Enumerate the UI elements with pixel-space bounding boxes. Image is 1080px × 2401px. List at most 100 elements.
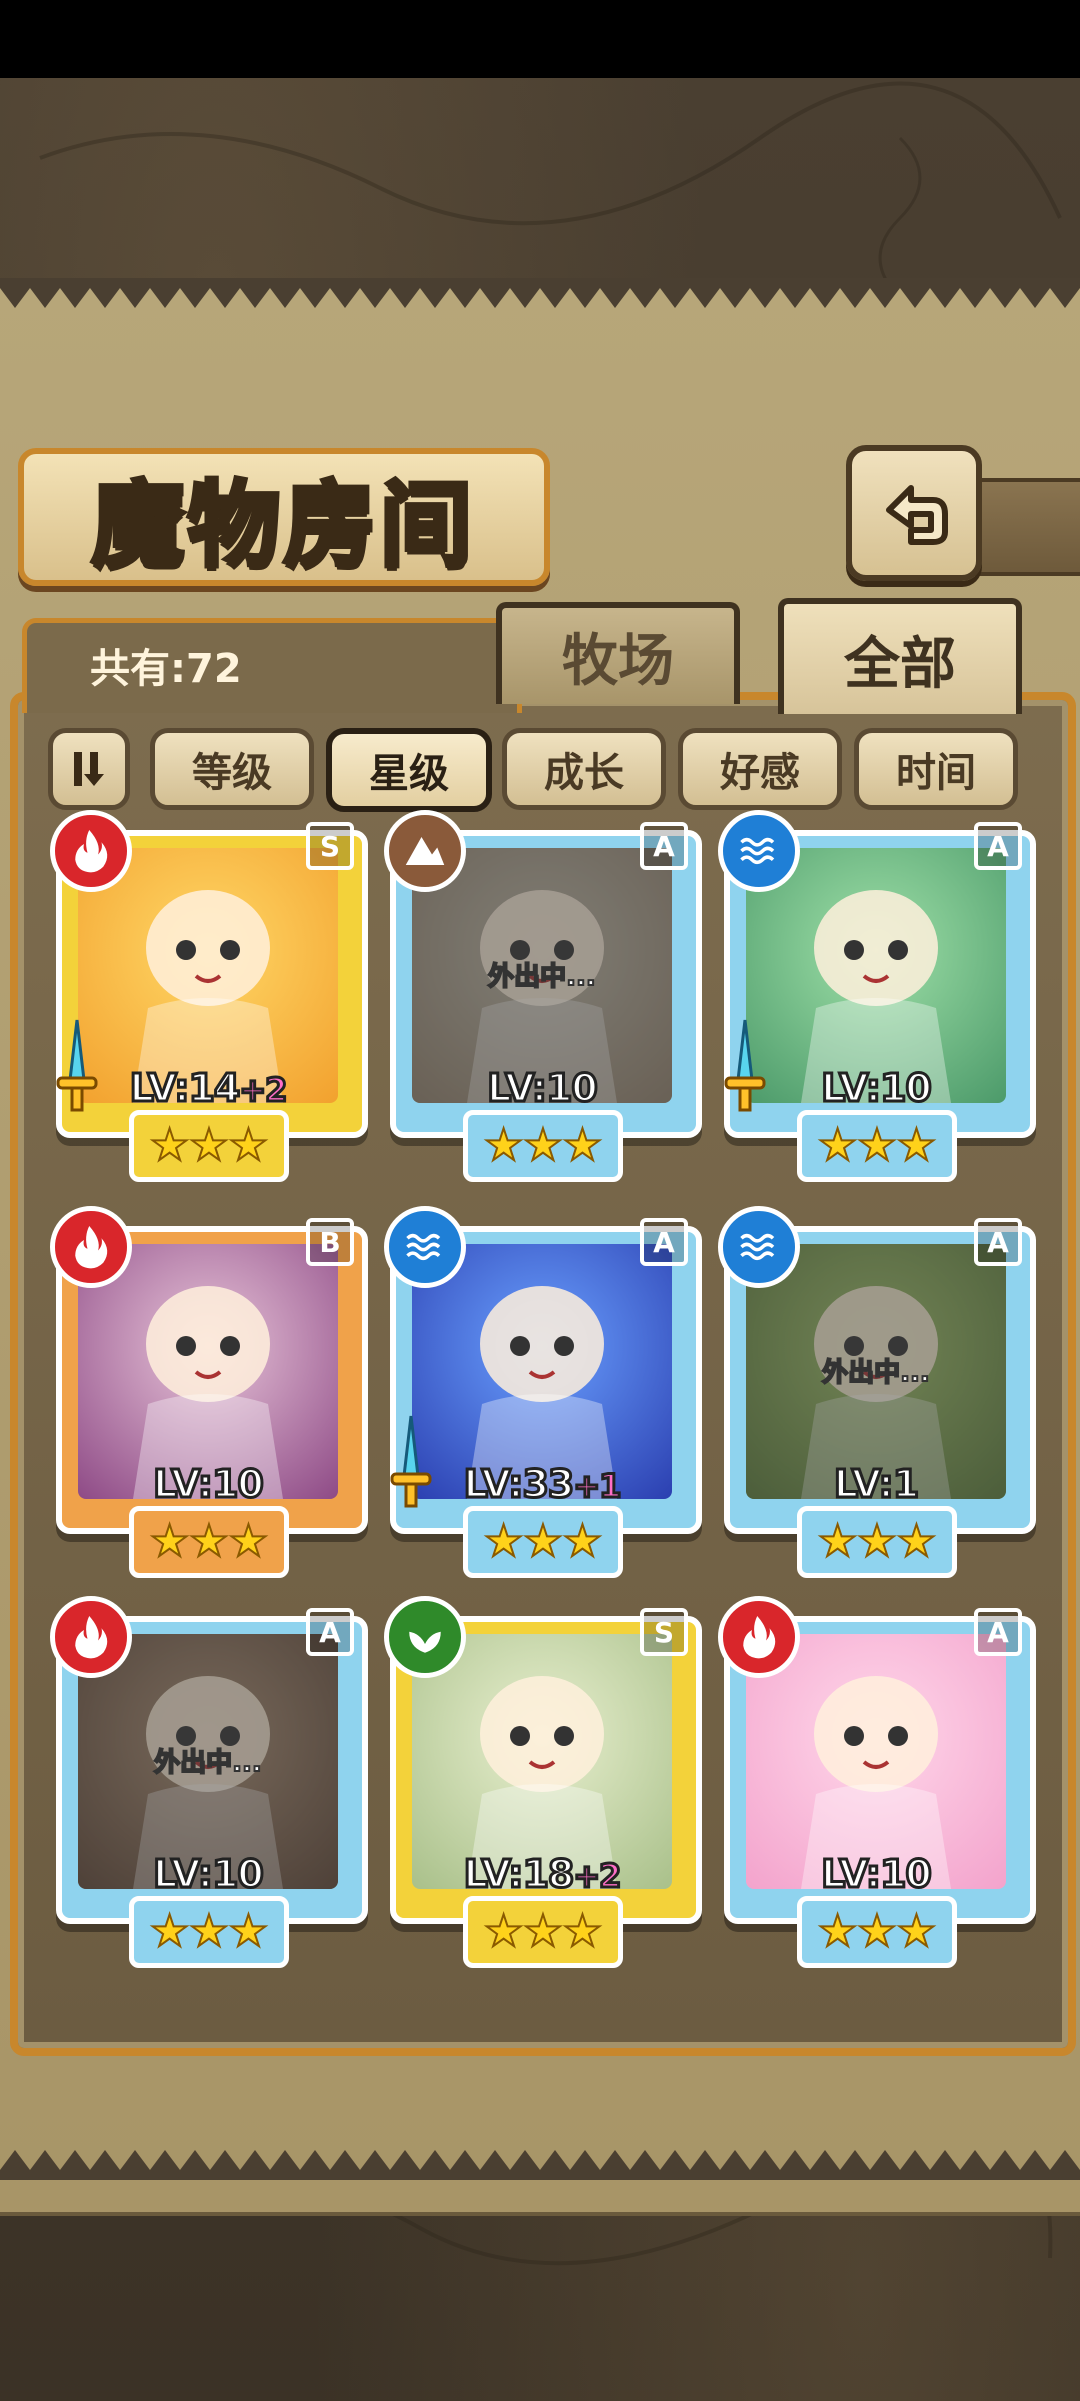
rank-badge: A xyxy=(640,822,688,870)
star-rating: ★★★ xyxy=(797,1110,957,1182)
monster-portrait: LV:33+1 xyxy=(412,1244,672,1499)
rank-badge: S xyxy=(640,1608,688,1656)
water-icon xyxy=(740,1233,775,1261)
level-text: LV:10 xyxy=(152,1851,266,1890)
element-badge xyxy=(50,1206,132,1288)
monster-portrait: 外出中... LV:10 xyxy=(412,848,672,1103)
star-rating: ★★★ xyxy=(797,1896,957,1968)
star-rating: ★★★ xyxy=(129,1110,289,1182)
panel-edge-bottom xyxy=(0,2150,1080,2180)
back-button[interactable] xyxy=(846,445,982,581)
stars-text: ★★★ xyxy=(149,1516,269,1567)
monster-card[interactable]: LV:10 B ★★★ xyxy=(50,1206,368,1578)
rank-badge: S xyxy=(306,822,354,870)
equipped-sword-icon xyxy=(56,1019,98,1112)
monster-portrait: LV:18+2 xyxy=(412,1634,672,1889)
monster-level: LV:1 xyxy=(746,1461,1006,1500)
monster-silhouette xyxy=(133,890,283,1103)
equipped-sword-icon xyxy=(390,1415,432,1508)
sort-level-button[interactable]: 等级 xyxy=(150,728,314,810)
monster-card[interactable]: LV:33+1 A ★★★ xyxy=(384,1206,702,1578)
sort-growth-button[interactable]: 成长 xyxy=(502,728,666,810)
sort-time-button[interactable]: 时间 xyxy=(854,728,1018,810)
level-text: LV:10 xyxy=(152,1461,266,1500)
earth-icon xyxy=(405,837,445,865)
level-bonus: +2 xyxy=(572,1856,623,1890)
back-button-strip xyxy=(968,478,1080,576)
stars-text: ★★★ xyxy=(149,1120,269,1171)
water-icon xyxy=(740,837,775,865)
stars-text: ★★★ xyxy=(817,1120,937,1171)
monster-card[interactable]: 外出中... LV:1 A ★★★ xyxy=(718,1206,1036,1578)
monster-portrait: LV:10 xyxy=(78,1244,338,1499)
tab-ranch[interactable]: 牧场 xyxy=(496,602,740,704)
monster-card[interactable]: LV:14+2 S ★★★ xyxy=(50,810,368,1182)
monster-card[interactable]: LV:10 A ★★★ xyxy=(718,1596,1036,1968)
rank-badge: A xyxy=(974,1608,1022,1656)
monster-level: LV:10 xyxy=(746,1851,1006,1890)
rank-badge: A xyxy=(974,822,1022,870)
leaf-icon xyxy=(409,1631,441,1653)
monster-card[interactable]: LV:10 A ★★★ xyxy=(718,810,1036,1182)
monster-portrait: LV:10 xyxy=(746,848,1006,1103)
monster-silhouette xyxy=(133,1286,283,1499)
monster-level: LV:10 xyxy=(78,1851,338,1890)
rank-badge: A xyxy=(974,1218,1022,1266)
monster-portrait: 外出中... LV:1 xyxy=(746,1244,1006,1499)
away-status: 外出中... xyxy=(487,961,597,993)
star-rating: ★★★ xyxy=(463,1896,623,1968)
element-badge xyxy=(384,1596,466,1678)
monster-level: LV:10 xyxy=(412,1065,672,1104)
element-badge xyxy=(50,1596,132,1678)
monster-count: 共有:72 xyxy=(90,646,242,692)
away-status: 外出中... xyxy=(153,1747,263,1779)
element-badge xyxy=(718,1206,800,1288)
fire-icon xyxy=(75,830,108,873)
element-badge xyxy=(384,810,466,892)
level-text: LV:18 xyxy=(462,1851,576,1890)
water-icon xyxy=(406,1233,441,1261)
rank-badge: A xyxy=(640,1218,688,1266)
monster-portrait: 外出中... LV:10 xyxy=(78,1634,338,1889)
star-rating: ★★★ xyxy=(129,1896,289,1968)
status-bar xyxy=(0,0,1080,78)
fire-icon xyxy=(75,1616,108,1659)
star-rating: ★★★ xyxy=(463,1506,623,1578)
star-rating: ★★★ xyxy=(463,1110,623,1182)
monster-card[interactable]: 外出中... LV:10 A ★★★ xyxy=(50,1596,368,1968)
fire-icon xyxy=(75,1226,108,1269)
rank-badge: A xyxy=(306,1608,354,1656)
fire-icon xyxy=(743,1616,776,1659)
title-plate: 魔物房间 xyxy=(18,448,550,586)
monster-silhouette xyxy=(467,1286,617,1499)
stars-text: ★★★ xyxy=(817,1516,937,1567)
monster-silhouette xyxy=(801,1676,951,1889)
stars-text: ★★★ xyxy=(483,1516,603,1567)
monster-portrait: LV:10 xyxy=(746,1634,1006,1889)
stars-text: ★★★ xyxy=(483,1120,603,1171)
star-rating: ★★★ xyxy=(129,1506,289,1578)
monster-silhouette xyxy=(801,890,951,1103)
element-badge xyxy=(718,810,800,892)
tab-all[interactable]: 全部 xyxy=(778,598,1022,714)
stars-text: ★★★ xyxy=(817,1906,937,1957)
monster-level: LV:10 xyxy=(78,1461,338,1500)
level-text: LV:33 xyxy=(462,1461,576,1500)
element-badge xyxy=(384,1206,466,1288)
rank-badge: B xyxy=(306,1218,354,1266)
monster-silhouette xyxy=(467,1676,617,1889)
sort-star-button[interactable]: 星级 xyxy=(326,728,492,812)
sort-affection-button[interactable]: 好感 xyxy=(678,728,842,810)
level-text: LV:14 xyxy=(128,1065,242,1104)
monster-card[interactable]: LV:18+2 S ★★★ xyxy=(384,1596,702,1968)
level-text: LV:10 xyxy=(820,1851,934,1890)
monster-level: LV:14+2 xyxy=(78,1065,338,1104)
element-badge xyxy=(718,1596,800,1678)
monster-card[interactable]: 外出中... LV:10 A ★★★ xyxy=(384,810,702,1182)
level-text: LV:1 xyxy=(832,1461,920,1500)
stars-text: ★★★ xyxy=(483,1906,603,1957)
sort-order-toggle[interactable] xyxy=(48,728,130,810)
monster-level: LV:18+2 xyxy=(412,1851,672,1890)
equipped-sword-icon xyxy=(724,1019,766,1112)
level-bonus: +2 xyxy=(238,1070,289,1104)
